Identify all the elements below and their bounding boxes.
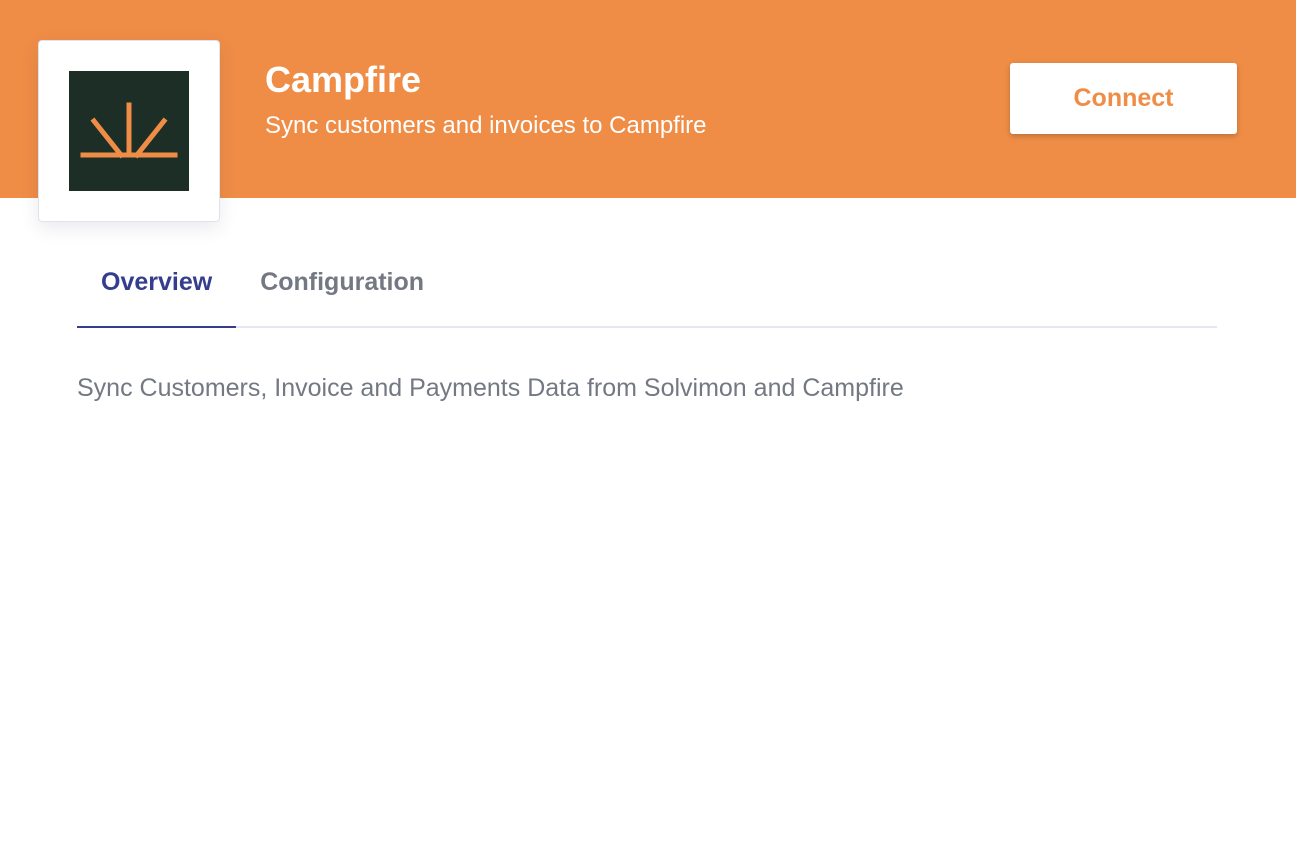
tab-bar: Overview Configuration <box>77 240 1217 328</box>
campfire-logo-icon <box>80 102 178 159</box>
connect-button[interactable]: Connect <box>1010 63 1237 134</box>
app-title: Campfire <box>265 59 422 100</box>
app-subtitle: Sync customers and invoices to Campfire <box>265 112 707 139</box>
tab-overview[interactable]: Overview <box>77 238 237 328</box>
integration-page: Campfire Sync customers and invoices to … <box>0 0 1296 866</box>
overview-description: Sync Customers, Invoice and Payments Dat… <box>77 374 904 402</box>
tab-configuration[interactable]: Configuration <box>236 238 448 326</box>
app-logo-card <box>38 40 220 222</box>
campfire-logo <box>69 71 189 191</box>
